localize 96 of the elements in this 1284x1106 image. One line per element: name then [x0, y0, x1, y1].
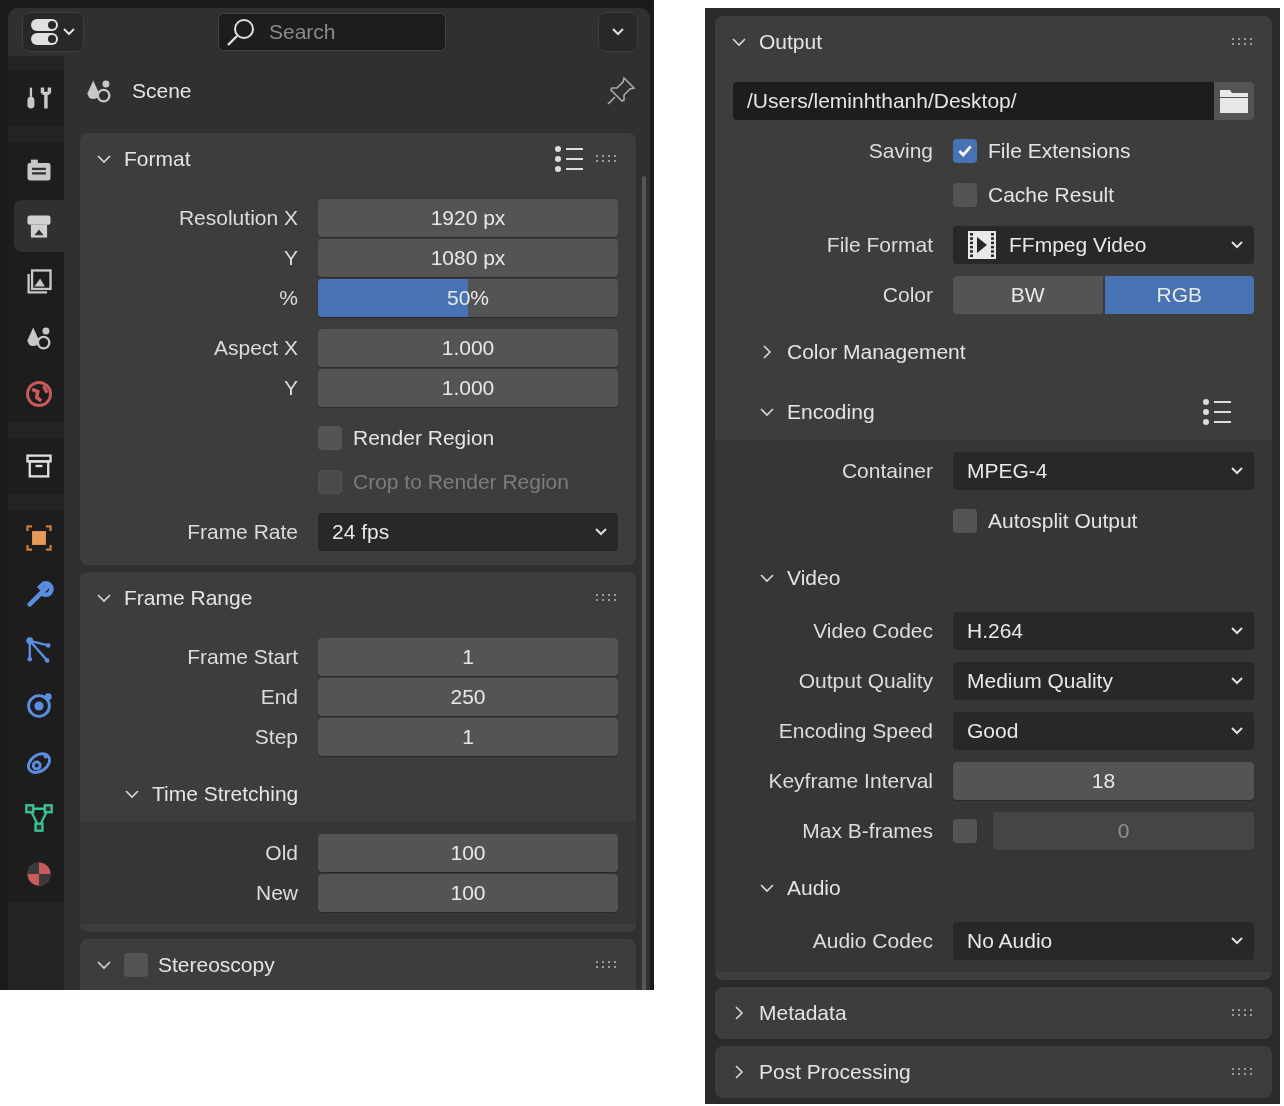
field-label: New	[255, 881, 298, 905]
field-label: Output Quality	[797, 669, 933, 693]
panel-title[interactable]: Format	[124, 147, 542, 171]
checkbox[interactable]	[953, 139, 977, 163]
checkbox-label: Render Region	[353, 426, 495, 450]
dropdown[interactable]: No Audio	[953, 922, 1254, 960]
field-label: File Format	[825, 233, 933, 257]
globe-icon	[24, 379, 54, 409]
field-label: Saving	[867, 139, 933, 163]
field-label: Frame Start	[186, 645, 298, 669]
drag-handle-icon[interactable]	[596, 155, 618, 163]
folder-button[interactable]	[1214, 82, 1254, 120]
pin-icon[interactable]	[606, 76, 636, 106]
percentage-slider[interactable]: 50%	[318, 279, 618, 317]
subpanel-title[interactable]: Video	[787, 566, 1232, 590]
caret-icon	[611, 27, 625, 37]
checkbox-label: Cache Result	[988, 183, 1115, 207]
panel-title[interactable]: Frame Range	[124, 586, 584, 610]
number-field[interactable]: 1	[318, 638, 618, 676]
dropdown[interactable]: Good	[953, 712, 1254, 750]
number-field[interactable]: 100	[318, 874, 618, 912]
dropdown[interactable]: Medium Quality	[953, 662, 1254, 700]
editor-type-button[interactable]	[22, 12, 84, 52]
checkbox-label: Crop to Render Region	[353, 470, 569, 494]
subpanel-title[interactable]: Time Stretching	[152, 782, 596, 806]
field-label: Encoding Speed	[777, 719, 933, 743]
field-label: Step	[253, 725, 298, 749]
caret-icon	[62, 27, 76, 37]
field-label: Aspect X	[212, 336, 298, 360]
panel-title[interactable]: Metadata	[759, 1001, 1220, 1025]
field-label: Y	[283, 246, 298, 270]
number-field[interactable]: 250	[318, 678, 618, 716]
search-icon	[226, 17, 256, 47]
drag-handle-icon[interactable]	[1232, 1009, 1254, 1017]
subpanel-title[interactable]: Audio	[787, 876, 1232, 900]
toggle-option[interactable]: RGB	[1104, 276, 1254, 314]
film-icon	[967, 230, 997, 260]
context-title: Scene	[132, 79, 193, 103]
field-label: Color	[881, 283, 933, 307]
caret-icon	[1230, 936, 1244, 946]
caret-icon	[1230, 726, 1244, 736]
field-label: Video Codec	[812, 619, 933, 643]
panel-title[interactable]: Stereoscopy	[158, 953, 584, 977]
image-stack-icon	[24, 267, 54, 297]
caret-icon	[1230, 240, 1244, 250]
field-label: End	[259, 685, 298, 709]
dropdown[interactable]: H.264	[953, 612, 1254, 650]
caret-icon	[1230, 626, 1244, 636]
checkbox[interactable]	[953, 509, 977, 533]
field-label: Frame Rate	[186, 520, 298, 544]
scrollbar[interactable]	[642, 176, 646, 990]
checkbox-label: File Extensions	[988, 139, 1131, 163]
path-field[interactable]: /Users/leminhthanh/Desktop/	[733, 82, 1214, 120]
caret-icon	[1230, 676, 1244, 686]
archive-box-icon	[24, 451, 54, 481]
caret-icon	[594, 527, 608, 537]
checkbox-label: Autosplit Output	[988, 509, 1138, 533]
field-label: Keyframe Interval	[767, 769, 933, 793]
number-field[interactable]: 1.000	[318, 329, 618, 367]
caret-icon	[1230, 466, 1244, 476]
list-icon[interactable]	[554, 145, 584, 173]
dropdown[interactable]: 24 fps	[318, 513, 618, 551]
drag-handle-icon[interactable]	[596, 961, 618, 969]
field-label: Old	[264, 841, 298, 865]
number-field[interactable]: 100	[318, 834, 618, 872]
number-field[interactable]: 1080 px	[318, 239, 618, 277]
field-label: Y	[283, 376, 298, 400]
number-field[interactable]: 18	[953, 762, 1254, 800]
panel-title[interactable]: Output	[759, 30, 1220, 54]
drag-handle-icon[interactable]	[1232, 38, 1254, 46]
number-field[interactable]: 1.000	[318, 369, 618, 407]
dropdown[interactable]: MPEG-4	[953, 452, 1254, 490]
mesh-triangle-icon	[24, 803, 54, 833]
wrench-icon	[24, 579, 54, 609]
field-label: %	[278, 286, 298, 310]
drag-handle-icon[interactable]	[1232, 1068, 1254, 1076]
dropdown[interactable]: FFmpeg Video	[953, 226, 1254, 264]
field-label: Audio Codec	[811, 929, 933, 953]
number-field[interactable]: 1920 px	[318, 199, 618, 237]
drag-handle-icon[interactable]	[596, 594, 618, 602]
panel-title[interactable]: Post Processing	[759, 1060, 1220, 1084]
properties-tab[interactable]	[14, 200, 64, 252]
field-label: Max B-frames	[801, 819, 933, 843]
subpanel-title[interactable]: Encoding	[787, 400, 1190, 424]
object-square-icon	[24, 523, 54, 553]
search-field[interactable]: Search	[218, 13, 446, 51]
folder-icon	[1219, 88, 1249, 114]
toggle-switch-icon	[30, 17, 60, 47]
number-field[interactable]: 1	[318, 718, 618, 756]
orbit-icon	[24, 691, 54, 721]
checkbox[interactable]	[953, 819, 977, 843]
subpanel-title[interactable]: Color Management	[787, 340, 1232, 364]
list-icon[interactable]	[1202, 398, 1232, 426]
toggle-option[interactable]: BW	[953, 276, 1103, 314]
field-label: Resolution X	[177, 206, 298, 230]
field-label: Container	[840, 459, 933, 483]
